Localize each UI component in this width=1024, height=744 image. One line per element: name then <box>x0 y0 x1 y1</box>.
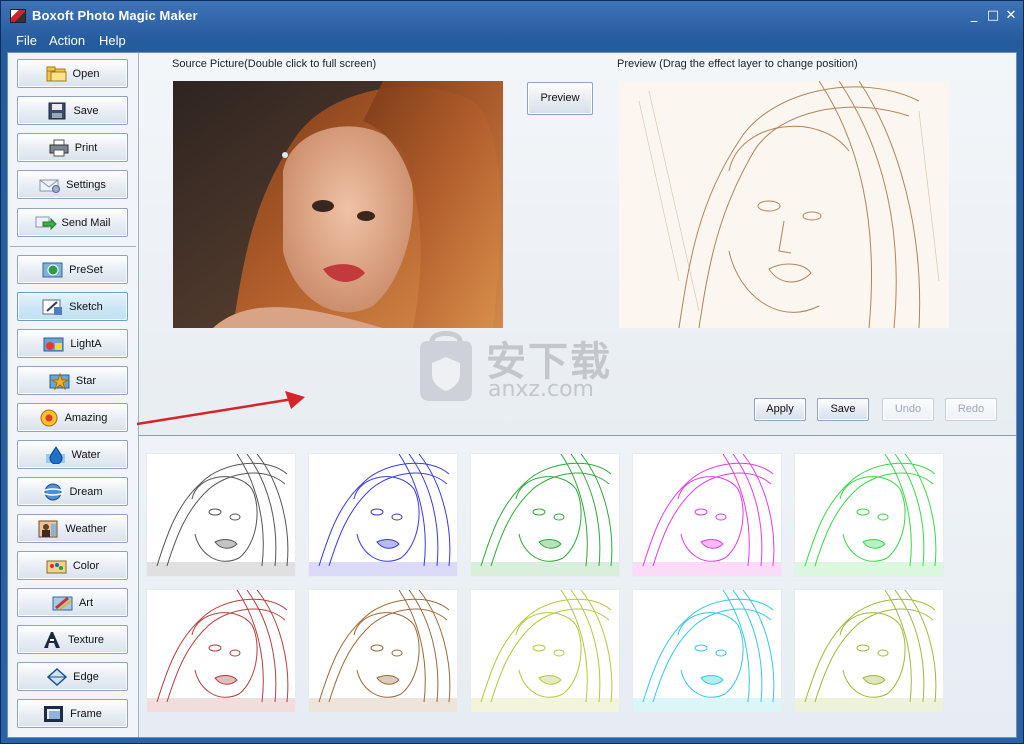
sketch-label: Sketch <box>69 300 103 313</box>
source-picture[interactable] <box>173 81 503 328</box>
sketch-button[interactable]: Sketch <box>17 292 128 321</box>
effect-thumbnail[interactable] <box>632 453 782 577</box>
close-icon[interactable]: ✕ <box>1004 9 1018 23</box>
frame-button[interactable]: Frame <box>17 699 128 728</box>
menu-help[interactable]: Help <box>99 33 126 48</box>
effect-thumbnail[interactable] <box>308 453 458 577</box>
weather-label: Weather <box>65 522 107 535</box>
open-label: Open <box>72 67 100 80</box>
send-mail-button[interactable]: Send Mail <box>17 208 128 237</box>
sketch-icon <box>42 298 64 316</box>
sidebar-divider <box>10 246 136 247</box>
color-button[interactable]: Color <box>17 551 128 580</box>
app-window: Boxoft Photo Magic Maker _ □ ✕ File Acti… <box>0 0 1024 744</box>
amazing-button[interactable]: Amazing <box>17 403 128 432</box>
light-icon <box>43 335 65 353</box>
print-label: Print <box>74 141 98 154</box>
frame-icon <box>43 705 65 723</box>
water-drop-icon <box>45 445 67 464</box>
floppy-disk-icon <box>46 102 68 120</box>
save-button[interactable]: Save <box>17 96 128 125</box>
sidebar: Open Save Print Settings Send Mail PreSe… <box>8 53 139 737</box>
send-mail-label: Send Mail <box>61 216 111 229</box>
color-palette-icon <box>46 557 68 575</box>
effect-thumbnail[interactable] <box>308 589 458 713</box>
star-icon <box>49 371 71 390</box>
preview-button[interactable]: Preview <box>527 82 593 115</box>
save-label: Save <box>73 104 99 117</box>
watermark: 安下载 anxz.com <box>412 329 632 412</box>
weather-button[interactable]: Weather <box>17 514 128 543</box>
texture-button[interactable]: Texture <box>17 625 128 654</box>
send-mail-arrow-icon <box>35 214 57 232</box>
lighta-label: LightA <box>70 337 102 350</box>
menu-file[interactable]: File <box>16 33 37 48</box>
edge-label: Edge <box>73 670 99 683</box>
water-button[interactable]: Water <box>17 440 128 469</box>
print-button[interactable]: Print <box>17 133 128 162</box>
dream-label: Dream <box>69 485 103 498</box>
effect-thumbnail[interactable] <box>632 589 782 713</box>
star-label: Star <box>75 374 97 387</box>
settings-envelope-icon <box>39 176 61 194</box>
weather-icon <box>38 520 60 538</box>
menu-bar: File Action Help <box>1 31 1023 51</box>
amazing-icon <box>38 409 60 427</box>
annotation-arrow-icon <box>136 391 305 426</box>
effect-thumbnails <box>139 436 1016 737</box>
water-label: Water <box>71 448 101 461</box>
edge-button[interactable]: Edge <box>17 662 128 691</box>
edge-diamond-icon <box>46 667 68 686</box>
apply-button[interactable]: Apply <box>754 398 806 421</box>
preview-picture[interactable] <box>619 80 949 329</box>
redo-button[interactable]: Redo <box>945 398 997 421</box>
window-title: Boxoft Photo Magic Maker <box>32 8 198 23</box>
effect-thumbnail[interactable] <box>794 453 944 577</box>
effect-thumbnail[interactable] <box>146 589 296 713</box>
watermark-url-text: anxz.com <box>488 377 594 402</box>
preset-button[interactable]: PreSet <box>17 255 128 284</box>
effect-thumbnail[interactable] <box>794 589 944 713</box>
frame-label: Frame <box>70 707 102 720</box>
menu-action[interactable]: Action <box>49 33 85 48</box>
art-brush-icon <box>52 594 74 612</box>
editor-area: Source Picture(Double click to full scre… <box>139 53 1016 435</box>
amazing-label: Amazing <box>64 411 108 424</box>
app-icon <box>10 9 26 23</box>
dream-globe-icon <box>42 483 65 501</box>
save-effect-button[interactable]: Save <box>817 398 869 421</box>
maximize-icon[interactable]: □ <box>986 9 1000 23</box>
printer-icon <box>48 139 70 157</box>
dream-button[interactable]: Dream <box>17 477 128 506</box>
undo-button[interactable]: Undo <box>882 398 934 421</box>
texture-letter-icon <box>41 631 63 649</box>
star-button[interactable]: Star <box>17 366 128 395</box>
art-button[interactable]: Art <box>17 588 128 617</box>
effect-thumbnail[interactable] <box>146 453 296 577</box>
folder-icon <box>46 65 68 83</box>
color-label: Color <box>72 559 100 572</box>
effect-thumbnail[interactable] <box>470 589 620 713</box>
art-label: Art <box>78 596 94 609</box>
title-bar[interactable]: Boxoft Photo Magic Maker _ □ ✕ <box>1 1 1023 31</box>
preset-label: PreSet <box>69 263 103 276</box>
lighta-button[interactable]: LightA <box>17 329 128 358</box>
minimize-icon[interactable]: _ <box>967 9 981 23</box>
preview-label: Preview (Drag the effect layer to change… <box>617 58 858 70</box>
texture-label: Texture <box>67 633 105 646</box>
settings-label: Settings <box>66 178 106 191</box>
source-picture-label: Source Picture(Double click to full scre… <box>172 58 377 70</box>
open-button[interactable]: Open <box>17 59 128 88</box>
settings-button[interactable]: Settings <box>17 170 128 199</box>
preset-icon <box>42 261 64 279</box>
effect-thumbnail[interactable] <box>470 453 620 577</box>
